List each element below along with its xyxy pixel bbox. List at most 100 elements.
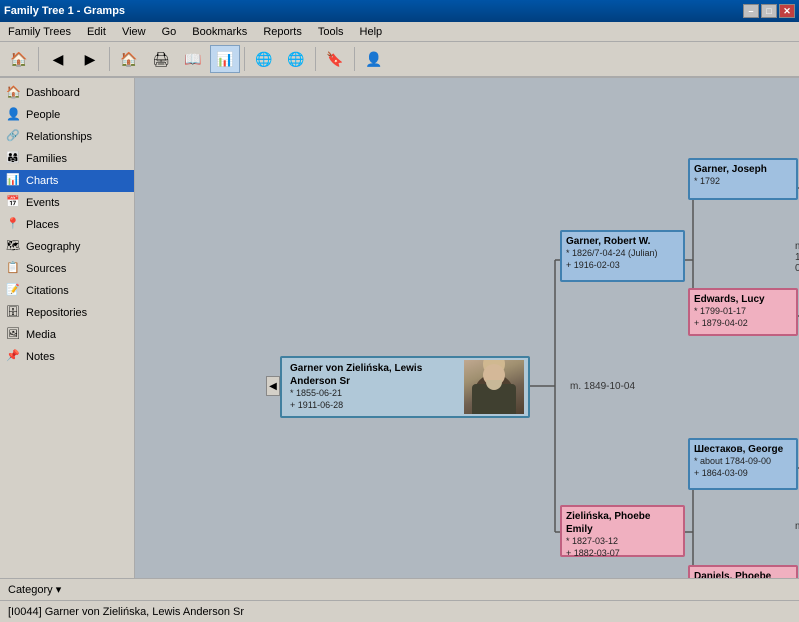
person-born-george: * about 1784-09-00 (694, 456, 792, 468)
marriage-label-3: m. (795, 521, 799, 532)
person-born-main: * 1855-06-21 (290, 388, 456, 400)
sidebar-item-places[interactable]: Places (0, 214, 134, 236)
menu-bar: Family Trees Edit View Go Bookmarks Reports To… (0, 22, 799, 42)
sidebar-item-notes[interactable]: Notes (0, 346, 134, 368)
close-button[interactable]: ✕ (779, 4, 795, 18)
person-died-lucy: + 1879-04-02 (694, 318, 792, 330)
window-controls: – □ ✕ (743, 4, 795, 18)
menu-item-view[interactable]: View (118, 24, 150, 40)
forward-button[interactable]: ▶ (75, 45, 105, 73)
sidebar-item-geography[interactable]: Geography (0, 236, 134, 258)
person-box-robert[interactable]: Garner, Robert W. * 1826/7-04-24 (Julian… (560, 230, 685, 282)
menu-item-help[interactable]: Help (356, 24, 387, 40)
web-button[interactable]: 🌐 (249, 45, 279, 73)
sources-icon (6, 261, 22, 277)
citations-icon (6, 283, 22, 299)
collapse-left-button[interactable]: ◀ (266, 376, 280, 396)
menu-item-edit[interactable]: Edit (83, 24, 110, 40)
sidebar-item-label-geography: Geography (26, 241, 80, 253)
sidebar-item-dashboard[interactable]: Dashboard (0, 82, 134, 104)
main-container: Dashboard People Relationships Families Char… (0, 78, 799, 578)
person-photo (464, 360, 524, 414)
events-icon (6, 195, 22, 211)
menu-item-reports[interactable]: Reports (259, 24, 306, 40)
menu-item-tools[interactable]: Tools (314, 24, 348, 40)
content-area: Garner von Zielińska, Lewis Anderson Sr … (135, 78, 799, 578)
menu-item-bookmarks[interactable]: Bookmarks (188, 24, 251, 40)
sidebar-item-relationships[interactable]: Relationships (0, 126, 134, 148)
person-born-robert: * 1826/7-04-24 (Julian) (566, 248, 679, 260)
person-box-daniels[interactable]: Daniels, Phoebe * + (688, 565, 798, 578)
person-box-phoebe-emily[interactable]: Zielińska, Phoebe Emily * 1827-03-12 + 1… (560, 505, 685, 557)
sidebar-item-label-families: Families (26, 153, 67, 165)
status-bar: [I0044] Garner von Zielińska, Lewis Ande… (0, 600, 799, 622)
sidebar-item-sources[interactable]: Sources (0, 258, 134, 280)
person-button[interactable]: 👤 (359, 45, 389, 73)
toolbar-separator-5 (354, 47, 355, 71)
sidebar-item-label-notes: Notes (26, 351, 55, 363)
person-box-george[interactable]: Шестаков, George * about 1784-09-00 + 18… (688, 438, 798, 490)
sidebar-item-label-events: Events (26, 197, 60, 209)
sidebar-item-people[interactable]: People (0, 104, 134, 126)
person-name-lucy: Edwards, Lucy (694, 293, 792, 306)
minimize-button[interactable]: – (743, 4, 759, 18)
status-text: [I0044] Garner von Zielińska, Lewis Ande… (8, 606, 244, 618)
bookmark-button[interactable]: 🔖 (320, 45, 350, 73)
book-button[interactable]: 📖 (178, 45, 208, 73)
title-bar: Family Tree 1 - Gramps – □ ✕ (0, 0, 799, 22)
sidebar-item-label-media: Media (26, 329, 56, 341)
person-born-lucy: * 1799-01-17 (694, 306, 792, 318)
chart-button[interactable]: 📊 (210, 45, 240, 73)
person-name-joseph: Garner, Joseph (694, 163, 792, 176)
browser-button[interactable]: 🌐 (281, 45, 311, 73)
sidebar-item-events[interactable]: Events (0, 192, 134, 214)
home2-button[interactable]: 🏠 (114, 45, 144, 73)
toolbar-separator-4 (315, 47, 316, 71)
person-born-phoebe-emily: * 1827-03-12 (566, 536, 679, 548)
category-label[interactable]: Category ▾ (8, 583, 61, 596)
sidebar-item-charts[interactable]: Charts (0, 170, 134, 192)
person-died-robert: + 1916-02-03 (566, 260, 679, 272)
person-box-lucy[interactable]: Edwards, Lucy * 1799-01-17 + 1879-04-02 (688, 288, 798, 336)
maximize-button[interactable]: □ (761, 4, 777, 18)
media-icon (6, 327, 22, 343)
person-died-phoebe-emily: + 1882-03-07 (566, 548, 679, 560)
person-photo-image (464, 360, 524, 414)
person-box-joseph[interactable]: Garner, Joseph * 1792 (688, 158, 798, 200)
families-icon (6, 151, 22, 167)
home-tool-button[interactable]: 🏠 (4, 45, 34, 73)
sidebar-item-repositories[interactable]: Repositories (0, 302, 134, 324)
notes-icon (6, 349, 22, 365)
places-icon (6, 217, 22, 233)
sidebar-item-citations[interactable]: Citations (0, 280, 134, 302)
toolbar-separator (38, 47, 39, 71)
toolbar-separator-2 (109, 47, 110, 71)
relations-icon (6, 129, 22, 145)
person-box-main[interactable]: Garner von Zielińska, Lewis Anderson Sr … (280, 356, 530, 418)
people-icon (6, 107, 22, 123)
menu-item-family-trees[interactable]: Family Trees (4, 24, 75, 40)
sidebar-item-label-citations: Citations (26, 285, 69, 297)
person-name-daniels: Daniels, Phoebe (694, 570, 792, 578)
sidebar-item-label-sources: Sources (26, 263, 66, 275)
back-button[interactable]: ◀ (43, 45, 73, 73)
person-name-phoebe-emily: Zielińska, Phoebe Emily (566, 510, 679, 536)
person-name-george: Шестаков, George (694, 443, 792, 456)
menu-item-go[interactable]: Go (158, 24, 181, 40)
print-button[interactable]: 🖨 (146, 45, 176, 73)
sidebar-item-families[interactable]: Families (0, 148, 134, 170)
window-title: Family Tree 1 - Gramps (4, 5, 125, 17)
sidebar-item-label-repositories: Repositories (26, 307, 87, 319)
person-name-robert: Garner, Robert W. (566, 235, 679, 248)
toolbar: 🏠 ◀ ▶ 🏠 🖨 📖 📊 🌐 🌐 🔖 👤 (0, 42, 799, 78)
charts-icon (6, 173, 22, 189)
sidebar-item-media[interactable]: Media (0, 324, 134, 346)
marriage-label-1: m. 1849-10-04 (570, 381, 635, 392)
toolbar-separator-3 (244, 47, 245, 71)
sidebar-item-label-places: Places (26, 219, 59, 231)
category-bar: Category ▾ (0, 578, 799, 600)
repos-icon (6, 305, 22, 321)
home-icon (6, 85, 22, 101)
geography-icon (6, 239, 22, 255)
sidebar-item-label-people: People (26, 109, 60, 121)
